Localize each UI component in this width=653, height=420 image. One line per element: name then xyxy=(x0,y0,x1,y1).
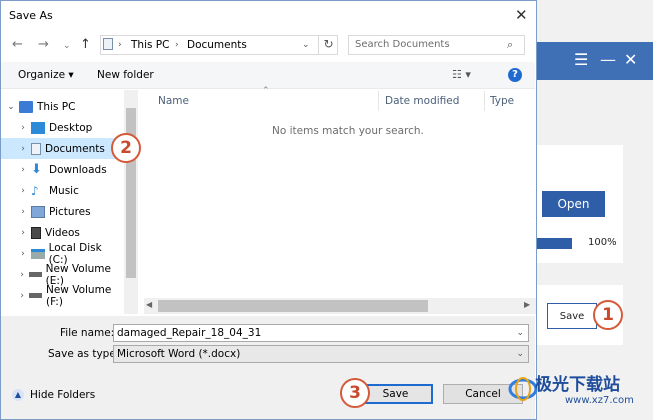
column-header-type[interactable]: Type xyxy=(490,95,514,107)
progress-bar xyxy=(534,238,572,249)
tree-item-desktop[interactable]: › Desktop xyxy=(1,117,123,138)
chevron-right-icon[interactable]: › xyxy=(15,228,31,238)
hide-folders-label: Hide Folders xyxy=(30,389,96,401)
chevron-right-icon[interactable]: › xyxy=(15,123,31,133)
tree-item-music[interactable]: › ♪ Music xyxy=(1,180,123,201)
menu-icon[interactable]: ☰ xyxy=(574,50,588,69)
tree-item-new-volume-f[interactable]: › New Volume (F:) xyxy=(1,283,123,308)
tree-item-videos[interactable]: › Videos xyxy=(1,222,123,243)
view-options-icon[interactable]: ☷ ▾ xyxy=(452,68,471,81)
tree-item-local-disk-c[interactable]: › Local Disk (C:) xyxy=(1,242,123,266)
documents-icon xyxy=(103,38,113,50)
pc-icon xyxy=(19,100,33,113)
tree-item-label: This PC xyxy=(37,100,76,113)
breadcrumb-this-pc[interactable]: This PC xyxy=(131,39,169,51)
tree-item-label: Desktop xyxy=(49,121,93,134)
navigation-pane: ⌄ This PC › Desktop › Documents › ⬇ Down… xyxy=(1,90,138,314)
file-name-label: File name: xyxy=(60,327,115,339)
chevron-up-icon: ▲ xyxy=(12,389,24,401)
chevron-right-icon[interactable]: › xyxy=(15,207,31,217)
dialog-title: Save As xyxy=(9,9,53,22)
tree-item-this-pc[interactable]: ⌄ This PC xyxy=(1,96,123,117)
tree-item-label: Videos xyxy=(45,226,80,239)
breadcrumb-documents[interactable]: Documents xyxy=(187,39,247,51)
empty-message: No items match your search. xyxy=(272,125,424,137)
tree-item-pictures[interactable]: › Pictures xyxy=(1,201,123,222)
breadcrumb-separator-icon: › xyxy=(118,40,122,50)
drive-icon xyxy=(29,293,42,298)
tree-item-label: Documents xyxy=(45,142,105,155)
progress-label: 100% xyxy=(588,237,617,248)
tree-item-documents[interactable]: › Documents xyxy=(1,138,123,159)
background-titlebar: ☰ — ✕ xyxy=(530,42,653,80)
drive-icon xyxy=(29,272,42,277)
save-as-type-value: Microsoft Word (*.docx) xyxy=(117,348,241,360)
tree-item-downloads[interactable]: › ⬇ Downloads xyxy=(1,159,123,180)
tree-item-label: Music xyxy=(49,184,79,197)
background-save-button[interactable]: Save xyxy=(547,303,597,329)
chevron-down-icon[interactable]: ⌄ xyxy=(516,346,524,362)
desktop-icon xyxy=(31,121,45,134)
chevron-right-icon[interactable]: › xyxy=(15,249,31,259)
scroll-right-icon[interactable]: ▶ xyxy=(524,300,530,309)
tree-item-new-volume-e[interactable]: › New Volume (E:) xyxy=(1,263,123,287)
minimize-icon[interactable]: — xyxy=(600,50,616,69)
column-separator[interactable] xyxy=(378,91,379,111)
documents-icon xyxy=(31,142,41,155)
pictures-icon xyxy=(31,205,45,218)
new-folder-button[interactable]: New folder xyxy=(97,69,154,81)
file-name-input[interactable]: damaged_Repair_18_04_31 ⌄ xyxy=(113,324,529,342)
downloads-icon: ⬇ xyxy=(31,161,42,177)
scroll-left-icon[interactable]: ◀ xyxy=(146,300,152,309)
search-placeholder: Search Documents xyxy=(355,39,450,50)
save-as-type-select[interactable]: Microsoft Word (*.docx) ⌄ xyxy=(113,345,529,363)
refresh-icon[interactable]: ↻ xyxy=(318,35,338,55)
search-icon[interactable]: ⌕ xyxy=(507,38,513,52)
hide-folders-button[interactable]: ▲ Hide Folders xyxy=(12,389,95,401)
horizontal-scrollbar-thumb[interactable] xyxy=(158,300,428,312)
chevron-right-icon[interactable]: › xyxy=(15,270,29,280)
music-icon: ♪ xyxy=(31,183,39,198)
watermark-url: www.xz7.com xyxy=(565,395,634,406)
chevron-right-icon[interactable]: › xyxy=(15,186,31,196)
close-icon[interactable]: ✕ xyxy=(624,50,637,69)
column-separator[interactable] xyxy=(484,91,485,111)
chevron-right-icon[interactable]: › xyxy=(15,291,29,301)
chevron-down-icon[interactable]: ⌄ xyxy=(3,102,19,112)
chevron-right-icon[interactable]: › xyxy=(15,144,31,154)
file-name-value: damaged_Repair_18_04_31 xyxy=(117,327,262,339)
watermark-text: 极光下载站 xyxy=(535,375,620,395)
chevron-down-icon[interactable]: ⌄ xyxy=(516,325,524,341)
column-header-name[interactable]: Name xyxy=(158,95,189,107)
column-header-date-modified[interactable]: Date modified xyxy=(385,95,459,107)
forward-arrow-icon[interactable]: → xyxy=(38,37,49,52)
step-badge-2: 2 xyxy=(111,133,141,163)
watermark-logo-icon xyxy=(508,377,538,401)
close-icon[interactable]: ✕ xyxy=(515,6,528,24)
open-button[interactable]: Open xyxy=(542,191,605,217)
disk-icon xyxy=(30,248,45,259)
save-as-type-label: Save as type: xyxy=(48,348,120,360)
chevron-right-icon[interactable]: › xyxy=(15,165,31,175)
tree-item-label: New Volume (F:) xyxy=(45,283,112,308)
sort-up-icon: ⌃ xyxy=(262,86,270,96)
chevron-down-icon[interactable]: ⌄ xyxy=(63,41,71,51)
back-arrow-icon[interactable]: ← xyxy=(12,37,23,52)
breadcrumb-separator-icon: › xyxy=(175,40,179,50)
tree-item-label: Downloads xyxy=(49,163,107,176)
help-icon[interactable]: ? xyxy=(508,68,522,82)
tree-item-label: Pictures xyxy=(49,205,91,218)
step-badge-3: 3 xyxy=(340,378,370,408)
up-arrow-icon[interactable]: ↑ xyxy=(80,37,91,52)
videos-icon xyxy=(31,226,41,239)
organize-button[interactable]: Organize ▾ xyxy=(18,69,74,81)
step-badge-1: 1 xyxy=(593,300,623,330)
chevron-down-icon[interactable]: ⌄ xyxy=(302,40,310,50)
